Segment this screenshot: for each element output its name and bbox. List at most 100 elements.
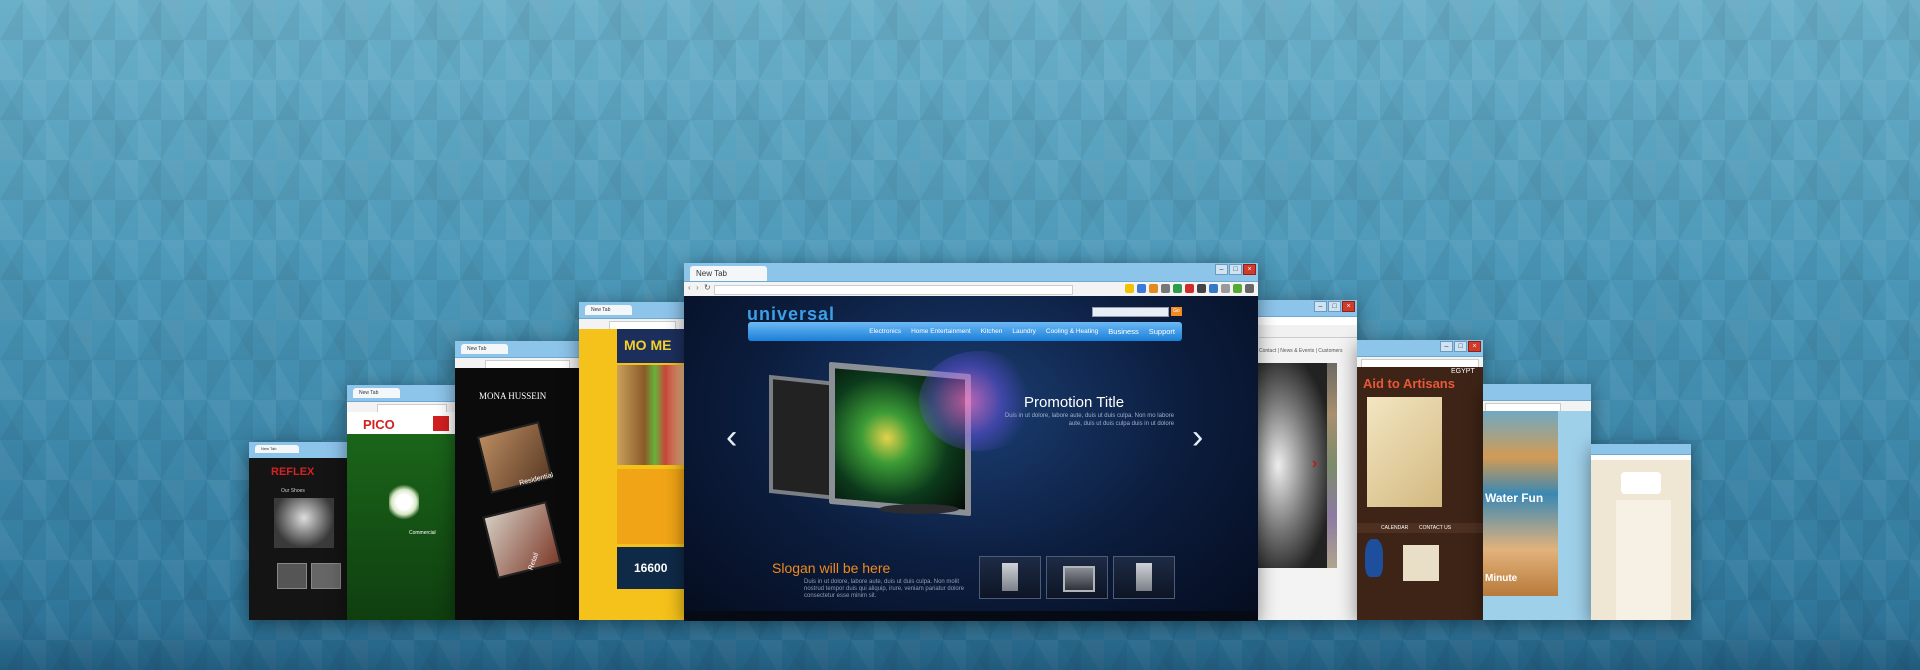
extension-icon[interactable]: [1185, 284, 1194, 293]
browser-window-mona-hussein[interactable]: New Tab MONA HUSSEIN Residential Retail: [455, 341, 580, 620]
title-bar: New Tab: [579, 302, 686, 319]
tile-image[interactable]: [476, 421, 554, 494]
close-icon[interactable]: ×: [1342, 301, 1355, 312]
site-logo[interactable]: PICO: [363, 417, 395, 432]
browser-window-momen[interactable]: New Tab MO ME 16600: [579, 302, 686, 620]
close-icon[interactable]: ×: [1468, 341, 1481, 352]
extension-icon[interactable]: [1233, 284, 1242, 293]
swirl-graphic: [919, 351, 1039, 451]
flower-image: [389, 482, 419, 522]
swatch-strip: [1327, 363, 1337, 568]
menu-item-calendar[interactable]: CALENDAR: [1381, 525, 1408, 531]
background-floor: [0, 620, 1920, 670]
browser-window-pico[interactable]: New Tab PICO Commercial: [347, 385, 457, 620]
browser-window-resort[interactable]: [1591, 444, 1691, 620]
browser-tab[interactable]: New Tab: [255, 445, 299, 453]
thumb-oven[interactable]: [979, 556, 1041, 599]
search-button[interactable]: Go: [1171, 307, 1182, 316]
paper-image: [1367, 397, 1442, 507]
page-content: PICO Commercial: [347, 412, 457, 620]
browser-window-aid-to-artisans[interactable]: – □ × EGYPT Aid to Artisans CALENDAR CONTA…: [1357, 340, 1483, 620]
site-footer: [684, 611, 1258, 621]
product-thumbnails: [979, 556, 1175, 599]
vase-image: [1365, 539, 1383, 577]
page-content: MO ME 16600: [579, 329, 686, 620]
toolbar-icons: [1259, 325, 1357, 338]
menu-item-home-entertainment[interactable]: Home Entertainment: [911, 328, 971, 335]
minimize-icon[interactable]: –: [1440, 341, 1453, 352]
browser-tab[interactable]: New Tab: [690, 266, 767, 281]
maximize-icon[interactable]: □: [1229, 264, 1242, 275]
extension-icon[interactable]: [1209, 284, 1218, 293]
menu-item-support[interactable]: Support: [1149, 327, 1175, 336]
title-bar: [1591, 444, 1691, 455]
page-content: [1591, 460, 1691, 620]
browser-tab[interactable]: New Tab: [461, 344, 509, 354]
logo-text: universal: [747, 304, 836, 324]
food-image: [617, 365, 686, 465]
browser-window-reflex[interactable]: New Tab REFLEX Our Shoes: [249, 442, 347, 620]
page-content: EGYPT Aid to Artisans CALENDAR CONTACT U…: [1357, 367, 1483, 620]
menu-icon[interactable]: [1245, 284, 1254, 293]
promo-panel: [617, 469, 686, 544]
menu-item-laundry[interactable]: Laundry: [1012, 328, 1036, 335]
extension-icon[interactable]: [1137, 284, 1146, 293]
search-input[interactable]: [1092, 307, 1169, 317]
site-logo[interactable]: MONA HUSSEIN: [479, 391, 546, 401]
close-icon[interactable]: ×: [1243, 264, 1256, 275]
resort-logo[interactable]: [1621, 472, 1661, 494]
slogan: Slogan will be here: [772, 560, 891, 576]
extension-icon[interactable]: [1173, 284, 1182, 293]
site-logo[interactable]: MO ME: [624, 337, 671, 353]
extension-icon[interactable]: [1149, 284, 1158, 293]
site-nav[interactable]: Contact | News & Events | Customers: [1259, 348, 1342, 354]
extension-icon[interactable]: [1197, 284, 1206, 293]
menu-item-cooling-heating[interactable]: Cooling & Heating: [1046, 328, 1098, 335]
browser-tab[interactable]: New Tab: [585, 305, 633, 315]
slider-prev-icon[interactable]: ‹: [726, 420, 737, 454]
promotion-text: Duis in ut dolore, labore aute, duis ut …: [1004, 413, 1174, 427]
logo-badge: [433, 416, 449, 431]
slider-next-icon[interactable]: ›: [1192, 420, 1203, 454]
extension-icon[interactable]: [1221, 284, 1230, 293]
promotion-title: Promotion Title: [1024, 394, 1125, 411]
site-title[interactable]: Aid to Artisans: [1363, 376, 1455, 391]
thumb-image[interactable]: [277, 563, 307, 589]
menu-item-kitchen[interactable]: Kitchen: [981, 328, 1003, 335]
browser-window-universal[interactable]: New Tab – □ × ‹ › ↻ universal Go Electroni…: [684, 263, 1258, 621]
thumb-tv[interactable]: [1046, 556, 1108, 599]
menu-item-contact[interactable]: CONTACT US: [1419, 525, 1451, 531]
extension-icon[interactable]: [1161, 284, 1170, 293]
page-content: MONA HUSSEIN Residential Retail: [455, 368, 580, 620]
region-label: EGYPT: [1451, 368, 1475, 375]
slider-arrow-icon[interactable]: ›: [1312, 455, 1317, 473]
maximize-icon[interactable]: □: [1454, 341, 1467, 352]
title-bar: New Tab: [249, 442, 347, 459]
tile-image[interactable]: [482, 500, 562, 580]
browser-window-restaurant[interactable]: – □ × Contact | News & Events | Customers …: [1257, 300, 1357, 620]
slogan-text: Duis in ut dolore, labore aute, duis ut …: [804, 579, 965, 599]
browser-tab[interactable]: New Tab: [353, 388, 401, 398]
site-logo[interactable]: REFLEX: [271, 466, 314, 478]
pillow-image: [1403, 545, 1439, 581]
menu-item-business[interactable]: Business: [1108, 327, 1138, 336]
nav-bar: ‹ › ↻: [684, 282, 1258, 297]
page-content: universal Go Electronics Home Entertainm…: [684, 296, 1258, 621]
address-bar[interactable]: [714, 285, 1073, 295]
subheadline: Minute: [1485, 573, 1518, 584]
forward-icon[interactable]: ›: [696, 283, 699, 292]
title-bar: – □ ×: [1257, 300, 1357, 317]
minimize-icon[interactable]: –: [1215, 264, 1228, 275]
minimize-icon[interactable]: –: [1314, 301, 1327, 312]
bookmark-star-icon[interactable]: [1125, 284, 1134, 293]
reload-icon[interactable]: ↻: [704, 283, 711, 292]
window-controls: – □ ×: [1314, 301, 1355, 312]
browser-window-water-fun[interactable]: Water Fun Minute: [1483, 384, 1591, 620]
menu-item-electronics[interactable]: Electronics: [869, 328, 901, 335]
thumb-image[interactable]: [311, 563, 341, 589]
maximize-icon[interactable]: □: [1328, 301, 1341, 312]
content-panel: [1616, 500, 1671, 620]
back-icon[interactable]: ‹: [688, 283, 691, 292]
thumb-fridge[interactable]: [1113, 556, 1175, 599]
window-controls: – □ ×: [1440, 341, 1481, 352]
